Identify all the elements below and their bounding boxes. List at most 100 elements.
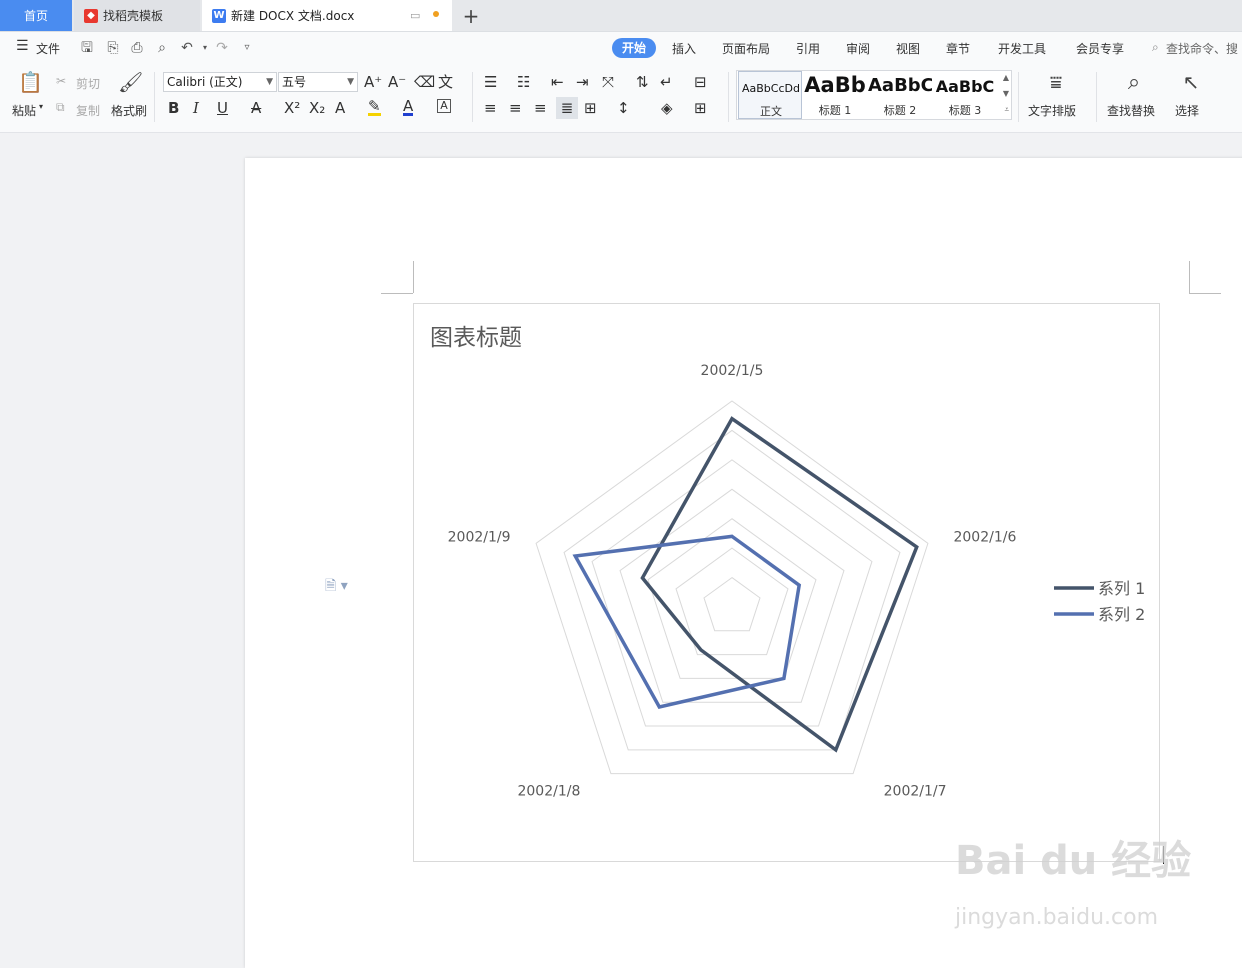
increase-indent-icon[interactable]: ⇥ [576,73,589,91]
line-spacing-icon[interactable]: ↕ [617,99,630,117]
underline-icon[interactable]: U [217,99,228,117]
phonetic-guide-icon[interactable]: 文 [438,73,453,91]
menu-insert[interactable]: 插入 [672,40,696,57]
superscript-icon[interactable]: X² [284,99,300,117]
cut-icon[interactable]: ✂ [56,74,66,88]
find-replace-button[interactable]: 查找替换 [1107,102,1155,119]
category-label: 2002/1/8 [517,784,580,800]
menu-file[interactable]: 文件 [36,40,60,57]
paste-dropdown-icon[interactable]: ▾ [39,102,43,111]
menu-chapter[interactable]: 章节 [946,40,970,57]
decrease-font-icon[interactable]: A⁻ [388,73,406,91]
menu-page-layout[interactable]: 页面布局 [722,40,770,57]
undo-dropdown-icon[interactable]: ▾ [196,40,214,56]
align-left-icon[interactable]: ≡ [484,99,497,117]
italic-icon[interactable]: I [193,99,199,117]
increase-font-icon[interactable]: A⁺ [364,73,382,91]
unsaved-dot-icon [433,11,439,17]
sort-icon[interactable]: ⇅ [636,73,649,91]
crop-mark [381,293,413,294]
menu-developer[interactable]: 开发工具 [998,40,1046,57]
redo-icon[interactable]: ↷ [213,40,231,56]
copy-button[interactable]: 复制 [76,102,100,119]
shading-icon[interactable]: ◈ [661,99,673,117]
font-name-select[interactable]: Calibri (正文) ▼ [163,72,277,92]
search-command-input[interactable]: 查找命令、搜 [1166,40,1238,57]
chinese-layout-icon[interactable]: ⤧ [602,73,614,91]
new-tab-button[interactable]: + [458,3,484,29]
tab-home[interactable]: 首页 [0,0,72,31]
style-heading-1[interactable]: AaBb 标题 1 [803,71,867,119]
grid-ring [591,459,873,727]
radar-chart[interactable]: 图表标题 2002/1/5 2002/1/6 2002/1/7 2002/1/8 200… [413,303,1160,862]
ruler-icon[interactable]: ⊟ [694,73,707,91]
print-icon[interactable]: ⎙ [128,40,146,56]
tab-document[interactable]: W 新建 DOCX 文档.docx ▭ [202,0,452,31]
copy-icon[interactable]: ⧉ [56,100,65,115]
tab-home-label: 首页 [23,9,48,23]
bold-icon[interactable]: B [168,99,179,117]
grid-ring [535,400,929,775]
menu-references[interactable]: 引用 [796,40,820,57]
separator [728,72,729,122]
select-cursor-icon[interactable]: ↖ [1180,70,1202,98]
paragraph-layout-icon[interactable]: 🗎 ▾ [325,575,348,599]
chevron-down-icon: ▼ [347,77,354,87]
styles-scroll-up-icon[interactable]: ▲ [1003,73,1009,82]
font-color-icon[interactable]: A [403,99,414,116]
menu-member[interactable]: 会员专享 [1076,40,1124,57]
decrease-indent-icon[interactable]: ⇤ [551,73,564,91]
paste-button[interactable]: 粘贴 [12,102,36,119]
style-heading-3[interactable]: AaBbC 标题 3 [933,71,997,119]
undo-icon[interactable]: ↶ [178,40,196,56]
style-heading-3-sample: AaBbC [935,77,995,96]
search-icon[interactable]: ⌕ [1152,40,1159,55]
menu-review[interactable]: 审阅 [846,40,870,57]
category-label: 2002/1/5 [701,363,764,379]
clear-format-icon[interactable]: ⌫ [414,73,435,91]
font-size-value: 五号 [282,75,307,89]
text-effect-icon[interactable]: A [335,99,345,117]
highlight-icon[interactable]: ✎ [368,99,381,116]
style-normal[interactable]: AaBbCcDd 正文 [738,71,802,119]
save-icon[interactable]: 🖫 [78,40,96,56]
category-label: 2002/1/6 [953,529,1016,545]
export-pdf-icon[interactable]: ⎘ [104,40,122,56]
style-heading-2-label: 标题 2 [883,104,917,117]
find-replace-icon[interactable]: ⌕ [1121,70,1147,98]
select-button[interactable]: 选择 [1175,102,1199,119]
tab-template[interactable]: ◆ 找稻壳模板 [74,0,200,31]
styles-more-icon[interactable]: ⩡ [1004,105,1009,115]
show-marks-icon[interactable]: ↵ [660,73,673,91]
paste-icon[interactable]: 📋 [18,70,43,98]
format-painter-button[interactable]: 格式刷 [111,102,147,119]
distribute-icon[interactable]: ⊞ [584,99,597,117]
chevron-down-icon: ▼ [266,77,273,87]
legend-label: 系列 2 [1098,605,1145,624]
text-layout-icon[interactable]: ⩸ [1043,70,1069,98]
menu-view[interactable]: 视图 [896,40,920,57]
align-center-icon[interactable]: ≡ [509,99,522,117]
character-border-icon[interactable]: A [437,99,451,113]
text-layout-button[interactable]: 文字排版 [1028,102,1076,119]
format-painter-icon[interactable]: 🖌 [118,70,143,98]
docer-logo-icon: ◆ [84,8,98,23]
strikethrough-icon[interactable]: A [251,99,261,117]
monitor-icon[interactable]: ▭ [410,9,420,22]
font-size-select[interactable]: 五号 ▼ [278,72,358,92]
menu-start[interactable]: 开始 [612,38,656,58]
hamburger-icon[interactable]: ☰ [16,38,29,54]
justify-icon[interactable]: ≣ [556,97,578,119]
print-preview-icon[interactable]: ⌕ [153,40,171,56]
subscript-icon[interactable]: X₂ [309,99,325,117]
styles-scroll-down-icon[interactable]: ▼ [1003,89,1009,98]
style-heading-2-sample: AaBbC [868,75,932,96]
cut-button[interactable]: 剪切 [76,75,100,92]
separator [154,72,155,122]
numbered-list-icon[interactable]: ☷ [517,73,530,91]
align-right-icon[interactable]: ≡ [534,99,547,117]
bullet-list-icon[interactable]: ☰ [484,73,497,91]
style-heading-2[interactable]: AaBbC 标题 2 [868,71,932,119]
borders-icon[interactable]: ⊞ [694,99,707,117]
customize-toolbar-icon[interactable]: ▿ [238,40,256,56]
